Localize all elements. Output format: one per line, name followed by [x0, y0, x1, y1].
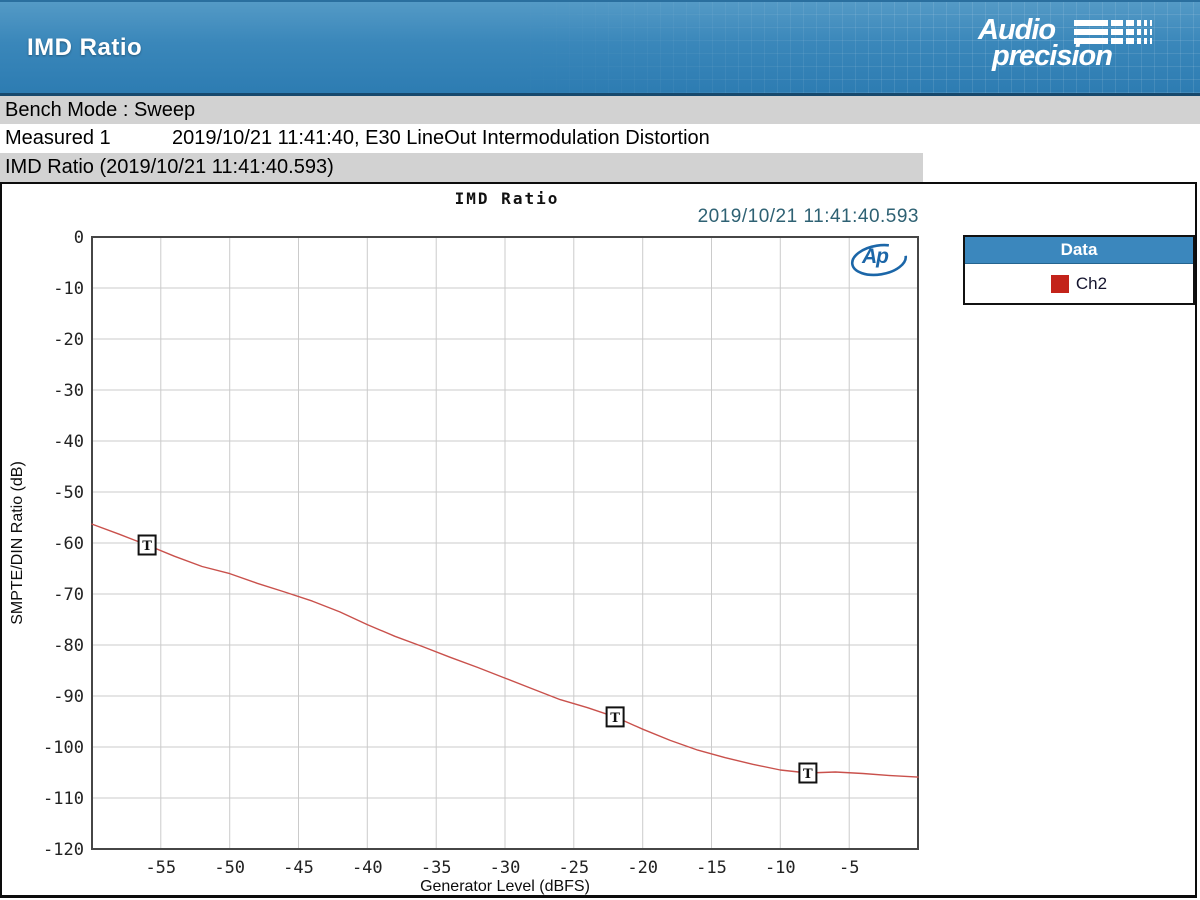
imd-ratio-chart: -55 -50 -45 -40 -35 -30 -25 -20 -15 -10 -5 0 -10 -20-… [0, 182, 1197, 898]
ch2-color-swatch [1050, 274, 1069, 293]
measured-label: Measured 1 [5, 127, 111, 149]
measured-value: 2019/10/21 11:41:40, E30 LineOut Intermo… [172, 127, 710, 149]
x-tick-label: -35 [421, 858, 452, 878]
y-tick-label: -20 [53, 330, 84, 350]
x-tick-label: -40 [352, 858, 383, 878]
t-marker-glyph: T [803, 767, 813, 782]
measured-row: Measured 1 2019/10/21 11:41:40, E30 Line… [0, 124, 1200, 153]
x-tick-label: -45 [283, 858, 314, 878]
x-tick-label: -50 [214, 858, 245, 878]
x-tick-label: -20 [627, 858, 658, 878]
x-tick-label: -55 [145, 858, 176, 878]
result-title-bar: IMD Ratio (2019/10/21 11:41:40.593) [0, 153, 923, 182]
y-tick-label: 0 [74, 228, 84, 248]
x-axis-title: Generator Level (dBFS) [420, 878, 590, 895]
t-marker-glyph: T [142, 539, 152, 554]
x-tick-label: -15 [696, 858, 727, 878]
y-tick-label: -80 [53, 636, 84, 656]
title-banner: IMD Ratio Audio precision [0, 0, 1200, 96]
audio-precision-logo: Audio precision [978, 12, 1158, 86]
ch2-label: Ch2 [1075, 273, 1108, 293]
y-tick-label: -60 [53, 534, 84, 554]
x-tick-label: -10 [765, 858, 796, 878]
logo-bars-icon [1074, 20, 1152, 44]
y-tick-label: -70 [53, 585, 84, 605]
x-tick-label: -30 [490, 858, 521, 878]
x-tick-label: -25 [558, 858, 589, 878]
y-tick-label: -10 [53, 279, 84, 299]
y-tick-label: -110 [43, 789, 84, 809]
chart-title: IMD Ratio [454, 189, 560, 208]
ap-monogram-logo: Ap [848, 242, 910, 278]
ap-monogram-text: Ap [862, 245, 889, 268]
x-tick-label: -5 [839, 858, 859, 878]
y-axis-title: SMPTE/DIN Ratio (dB) [9, 461, 26, 625]
legend-entry-ch2: Ch2 [965, 264, 1193, 303]
y-tick-label: -30 [53, 381, 84, 401]
legend-box: Data Ch2 [963, 235, 1195, 305]
y-tick-label: -40 [53, 432, 84, 452]
page-title: IMD Ratio [27, 34, 143, 61]
y-tick-label: -120 [43, 840, 84, 860]
y-tick-label: -90 [53, 687, 84, 707]
bench-mode-bar: Bench Mode : Sweep [0, 96, 1200, 124]
y-tick-label: -100 [43, 738, 84, 758]
chart-timestamp: 2019/10/21 11:41:40.593 [697, 206, 919, 227]
t-marker-glyph: T [610, 711, 620, 726]
legend-header: Data [965, 237, 1193, 264]
y-tick-label: -50 [53, 483, 84, 503]
